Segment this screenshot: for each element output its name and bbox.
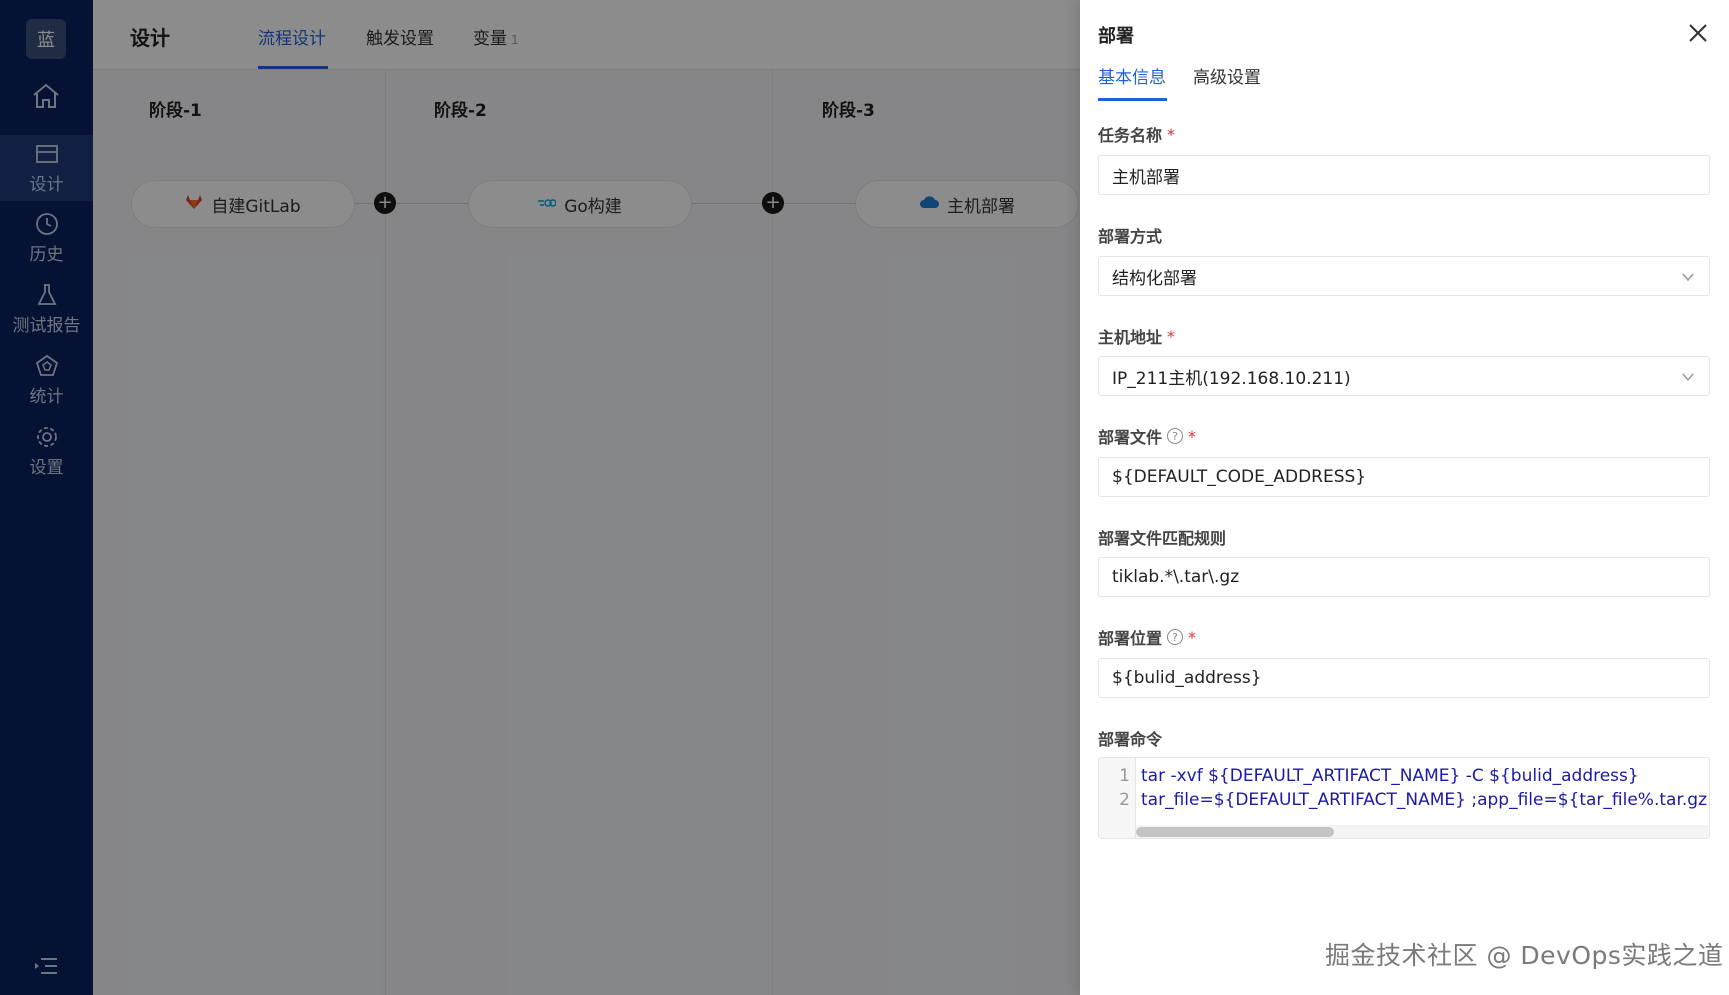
deploy-location-label: 部署位置? * [1098,627,1197,649]
tab-advanced-settings[interactable]: 高级设置 [1193,63,1261,88]
drawer-title: 部署 [1098,26,1134,47]
task-name-label: 任务名称 * [1098,124,1176,146]
help-icon[interactable]: ? [1167,629,1184,645]
deploy-method-label: 部署方式 [1098,227,1163,246]
deploy-file-input[interactable]: ${DEFAULT_CODE_ADDRESS} [1098,457,1710,497]
deploy-command-label: 部署命令 [1098,730,1163,749]
help-icon[interactable]: ? [1167,428,1184,444]
host-address-select[interactable]: IP_211主机(192.168.10.211) [1098,356,1710,396]
code-line: tar -xvf ${DEFAULT_ARTIFACT_NAME} -C ${b… [1141,766,1639,786]
code-line: tar_file=${DEFAULT_ARTIFACT_NAME} ;app_f… [1141,790,1709,810]
match-rule-input[interactable]: tiklab.*\.tar\.gz [1098,557,1710,597]
required-mark: * [1167,326,1176,346]
match-rule-label: 部署文件匹配规则 [1098,529,1227,548]
deploy-command-editor[interactable]: 1 2 tar -xvf ${DEFAULT_ARTIFACT_NAME} -C… [1098,757,1710,839]
watermark: 掘金技术社区 @ DevOps实践之道 [1325,941,1724,970]
required-mark: * [1188,426,1197,446]
deploy-file-label: 部署文件? * [1098,426,1197,448]
required-mark: * [1167,124,1176,144]
line-number: 2 [1119,790,1130,810]
tab-basic-info[interactable]: 基本信息 [1098,63,1166,88]
scrollbar-thumb[interactable] [1136,827,1334,837]
chevron-down-icon [1681,369,1695,383]
close-icon[interactable] [1687,22,1709,44]
chevron-down-icon [1681,269,1695,283]
code-lines[interactable]: tar -xvf ${DEFAULT_ARTIFACT_NAME} -C ${b… [1141,764,1709,812]
task-name-input[interactable]: 主机部署 [1098,155,1710,195]
deploy-drawer: 部署 基本信息 高级设置 任务名称 * 主机部署 部署方式 结构化部署 主机地址 *… [1080,0,1729,995]
horizontal-scrollbar[interactable] [1136,825,1709,838]
drawer-tab-indicator [1098,98,1167,101]
required-mark: * [1188,627,1197,647]
deploy-method-select[interactable]: 结构化部署 [1098,256,1710,296]
modal-overlay[interactable] [0,0,1080,995]
host-address-label: 主机地址 * [1098,326,1176,348]
line-number: 1 [1119,766,1130,786]
deploy-location-input[interactable]: ${bulid_address} [1098,658,1710,698]
line-number-gutter: 1 2 [1099,758,1136,838]
